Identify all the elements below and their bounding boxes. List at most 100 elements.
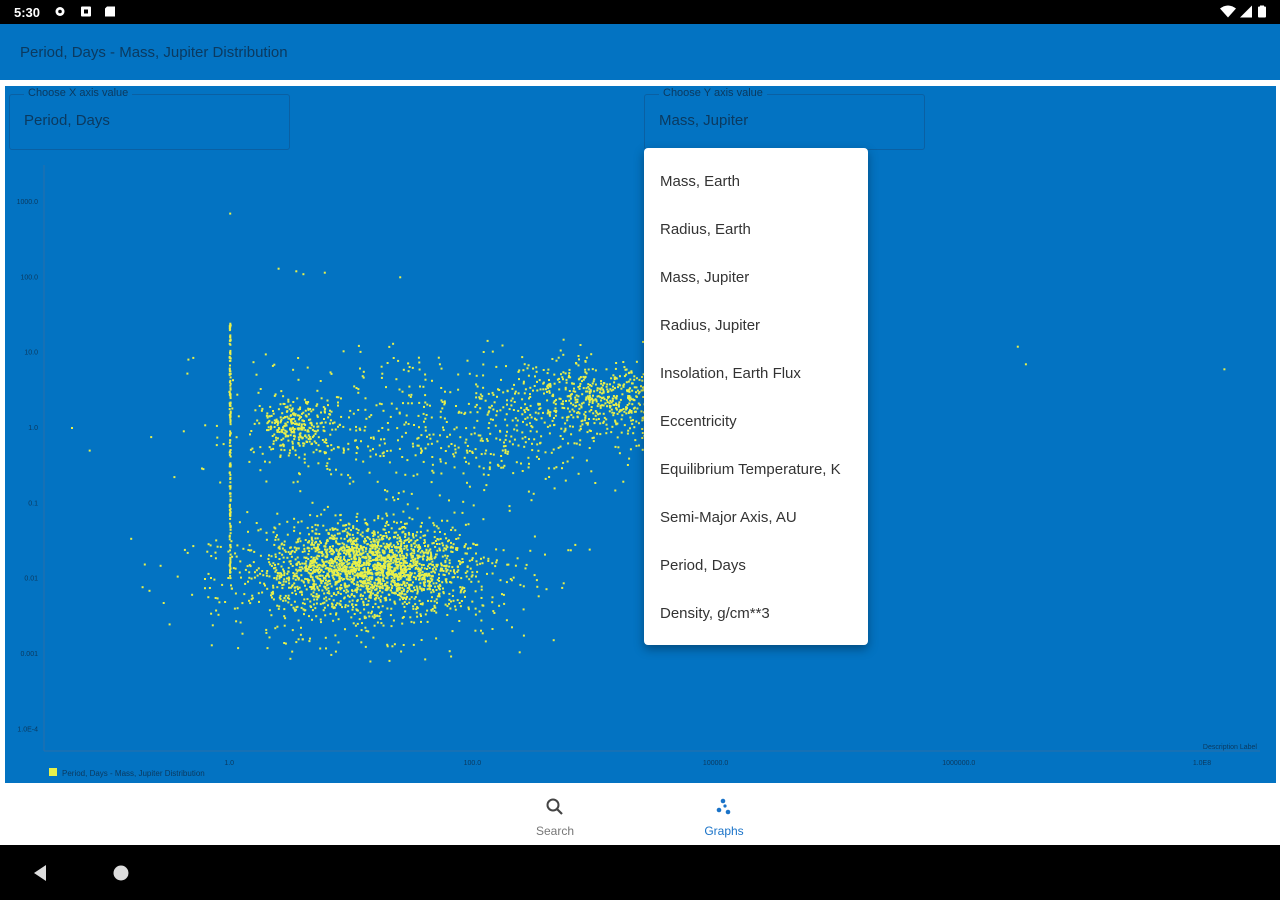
scatter-point (480, 629, 482, 632)
scatter-point (361, 622, 363, 625)
scatter-point (420, 620, 422, 623)
scatter-point (517, 444, 520, 447)
scatter-point (230, 540, 233, 543)
scatter-point (228, 538, 231, 541)
menu-item-semi-major-axis[interactable]: Semi-Major Axis, AU (660, 509, 797, 526)
scatter-point (516, 419, 519, 422)
scatter-point (352, 622, 355, 625)
scatter-point (355, 429, 358, 432)
app-bar: Period, Days - Mass, Jupiter Distributio… (0, 24, 1280, 80)
scatter-chart[interactable]: 1000.0100.010.01.00.10.010.0011.0E-41.0 1… (5, 86, 1276, 783)
scatter-point (232, 567, 235, 570)
scatter-point (560, 427, 563, 430)
nav-search[interactable]: Search (510, 797, 600, 838)
scatter-point (382, 409, 385, 412)
scatter-point (316, 425, 319, 428)
scatter-point (418, 578, 420, 581)
scatter-point (488, 406, 491, 409)
scatter-point (272, 592, 275, 595)
scatter-point (565, 381, 568, 384)
back-icon[interactable] (32, 864, 48, 882)
scatter-point (450, 655, 453, 658)
menu-item-equilibrium-temperature[interactable]: Equilibrium Temperature, K (660, 461, 841, 478)
scatter-point (315, 602, 318, 605)
menu-item-radius-jupiter[interactable]: Radius, Jupiter (660, 317, 760, 334)
scatter-point (386, 573, 388, 576)
scatter-point (364, 397, 367, 400)
scatter-point (547, 467, 550, 470)
scatter-point (463, 456, 466, 459)
scatter-point (582, 387, 585, 390)
scatter-point (439, 410, 442, 413)
scatter-point (272, 412, 275, 415)
search-icon (546, 798, 563, 815)
menu-item-period[interactable]: Period, Days (660, 557, 746, 574)
menu-item-radius-earth[interactable]: Radius, Earth (660, 221, 751, 238)
scatter-point (229, 546, 232, 549)
scatter-point (629, 387, 631, 390)
scatter-point (578, 443, 581, 446)
scatter-point (356, 446, 358, 449)
scatter-point (396, 541, 399, 544)
scatter-point (347, 448, 350, 451)
scatter-point (306, 547, 309, 550)
scatter-point (216, 545, 219, 548)
scatter-point (382, 557, 385, 560)
scatter-point (378, 551, 381, 554)
scatter-point (400, 583, 403, 586)
scatter-point (346, 531, 349, 534)
scatter-point (424, 417, 427, 420)
settings-icon (55, 7, 65, 16)
scatter-point (529, 404, 532, 407)
menu-item-mass-earth[interactable]: Mass, Earth (660, 173, 740, 190)
scatter-point (592, 380, 595, 383)
scatter-point (475, 392, 478, 395)
menu-item-mass-jupiter[interactable]: Mass, Jupiter (660, 269, 749, 286)
scatter-point (237, 647, 240, 650)
scatter-point (424, 541, 426, 544)
scatter-point (278, 523, 281, 526)
scatter-point (353, 554, 356, 557)
nav-graphs[interactable]: Graphs (679, 797, 769, 838)
scatter-point (597, 403, 600, 405)
scatter-point (635, 395, 638, 398)
scatter-point (448, 572, 450, 575)
scatter-point (375, 404, 378, 407)
scatter-point (324, 542, 327, 545)
scatter-point (309, 586, 312, 588)
scatter-point (373, 597, 376, 600)
scatter-point (315, 404, 318, 407)
scatter-point (630, 419, 633, 422)
scatter-point (229, 326, 232, 328)
scatter-point (424, 373, 427, 376)
scatter-point (385, 589, 388, 592)
scatter-point (432, 433, 435, 436)
nav-search-label: Search (535, 824, 575, 838)
menu-item-insolation[interactable]: Insolation, Earth Flux (660, 365, 801, 382)
scatter-point (210, 612, 213, 615)
home-icon[interactable] (112, 864, 130, 882)
scatter-point (316, 564, 319, 567)
scatter-point (467, 462, 470, 465)
menu-item-eccentricity[interactable]: Eccentricity (660, 413, 737, 430)
scatter-point (395, 566, 398, 569)
x-axis-select[interactable]: Choose X axis value Period, Days (9, 87, 290, 150)
scatter-point (467, 608, 470, 611)
scatter-point (282, 599, 285, 602)
scatter-point (384, 565, 386, 568)
scatter-point (372, 538, 375, 541)
scatter-point (386, 490, 389, 493)
graph-area: 1000.0 100.0 10.0 1.0 0.1 0.01 0.001 1.0E-4 1.0 1… (5, 86, 1276, 783)
scatter-point (246, 565, 249, 568)
y-axis-select[interactable]: Choose Y axis value Mass, Jupiter (644, 87, 925, 150)
scatter-point (385, 522, 388, 525)
menu-item-density[interactable]: Density, g/cm**3 (660, 605, 770, 622)
scatter-point (229, 567, 232, 570)
scatter-point (239, 621, 242, 624)
scatter-point (626, 389, 628, 392)
scatter-point (483, 489, 486, 492)
scatter-point (363, 541, 366, 544)
scatter-point (421, 570, 424, 573)
scatter-point (1223, 368, 1226, 371)
scatter-point (405, 414, 408, 417)
